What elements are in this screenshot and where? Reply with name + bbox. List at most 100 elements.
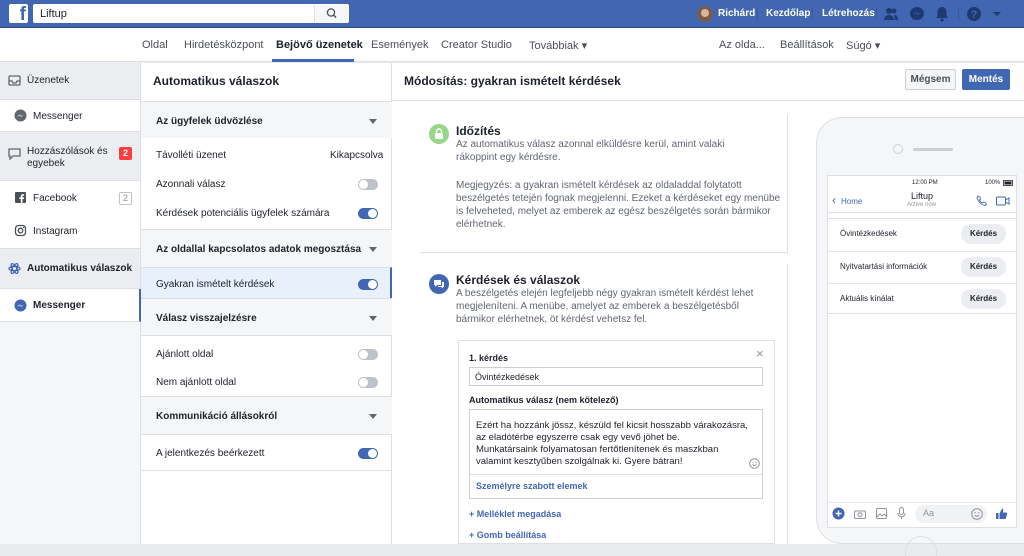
faq-item[interactable]: Nyitvatartási információk Kérdés bbox=[828, 251, 1016, 282]
microphone-icon[interactable] bbox=[897, 507, 906, 520]
emoji-icon[interactable] bbox=[749, 458, 760, 469]
tab-settings[interactable]: Beállítások bbox=[780, 39, 834, 51]
comment-icon bbox=[8, 148, 21, 160]
sidebar-item-facebook[interactable]: Facebook 2 bbox=[0, 181, 140, 214]
plus-circle-icon[interactable] bbox=[832, 507, 845, 520]
facebook-logo-icon[interactable]: f bbox=[9, 4, 28, 23]
card-title: Kérdések és válaszok bbox=[456, 273, 581, 287]
divider bbox=[812, 7, 813, 21]
sidebar-item-automated-responses[interactable]: Automatikus válaszok bbox=[0, 249, 140, 289]
tab-inbox[interactable]: Bejövő üzenetek bbox=[276, 39, 363, 51]
setting-row-selected[interactable]: Gyakran ismételt kérdések bbox=[141, 267, 392, 298]
sidebar-item-label: Messenger bbox=[33, 111, 83, 122]
emoji-icon[interactable] bbox=[971, 508, 983, 520]
ask-button[interactable]: Kérdés bbox=[961, 289, 1006, 309]
chevron-left-icon[interactable]: ‹ bbox=[832, 193, 836, 207]
divider bbox=[828, 502, 1016, 503]
panel-title: Automatikus válaszok bbox=[153, 74, 280, 88]
search-box[interactable]: Liftup bbox=[33, 4, 349, 23]
application-received-toggle[interactable] bbox=[358, 448, 378, 459]
setting-row: Kérdések potenciális ügyfelek számára bbox=[141, 197, 392, 229]
page-nav: Oldal Hirdetésközpont Bejövő üzenetek Es… bbox=[0, 28, 1024, 62]
sidebar-item-label: Hozzászólások és egyebek bbox=[27, 146, 108, 169]
phone-call-icon[interactable] bbox=[976, 195, 987, 206]
add-attachment-link[interactable]: + Melléklet megadása bbox=[469, 509, 561, 519]
message-placeholder: Aa bbox=[923, 508, 935, 518]
tab-creator-studio[interactable]: Creator Studio bbox=[441, 39, 512, 51]
home-link[interactable]: Kezdőlap bbox=[766, 8, 810, 19]
sidebar-item-comments[interactable]: Hozzászólások és egyebek 2 bbox=[0, 132, 140, 181]
tab-more[interactable]: Továbbiak ▾ bbox=[529, 39, 587, 52]
help-icon[interactable]: ? bbox=[966, 6, 982, 22]
setting-label: Kérdések potenciális ügyfelek számára bbox=[156, 208, 330, 219]
search-input[interactable]: Liftup bbox=[40, 8, 67, 20]
photo-icon[interactable] bbox=[876, 508, 887, 519]
camera-icon[interactable] bbox=[854, 509, 866, 519]
sidebar-item-messenger[interactable]: Messenger bbox=[0, 100, 140, 132]
answer-field[interactable]: Ezért ha hozzánk jössz, készüld fel kics… bbox=[469, 409, 763, 499]
save-button[interactable]: Mentés bbox=[962, 69, 1010, 90]
ask-button[interactable]: Kérdés bbox=[961, 257, 1006, 277]
chat-page-name: Liftup bbox=[911, 191, 934, 201]
message-input[interactable]: Aa bbox=[915, 505, 987, 523]
notifications-bell-icon[interactable] bbox=[934, 6, 950, 22]
home-button bbox=[905, 536, 937, 556]
create-link[interactable]: Létrehozás bbox=[822, 8, 875, 19]
lock-icon bbox=[429, 124, 449, 144]
speaker-grille bbox=[913, 148, 953, 151]
avatar[interactable] bbox=[697, 6, 713, 22]
back-link[interactable]: Home bbox=[841, 197, 862, 206]
card-text: Az automatikus válasz azonnal elküldésre… bbox=[456, 139, 725, 163]
setting-row: Azonnali válasz bbox=[141, 168, 392, 197]
section-greeting[interactable]: Az ügyfelek üdvözlése bbox=[141, 101, 392, 138]
thumbs-up-icon[interactable] bbox=[995, 507, 1008, 520]
setting-label: Azonnali válasz bbox=[156, 179, 226, 190]
close-icon[interactable]: × bbox=[756, 346, 764, 361]
divider bbox=[828, 212, 1016, 213]
ask-button[interactable]: Kérdés bbox=[961, 224, 1006, 244]
settings-panel: Automatikus válaszok Az ügyfelek üdvözlé… bbox=[141, 63, 392, 544]
sidebar-item-messenger-selected[interactable]: Messenger bbox=[0, 289, 141, 322]
section-feedback[interactable]: Válasz visszajelzésre bbox=[141, 298, 392, 335]
setting-row[interactable]: Távolléti üzenet Kikapcsolva bbox=[141, 138, 392, 168]
chevron-down-icon[interactable] bbox=[989, 6, 1005, 22]
profile-link[interactable]: Richárd bbox=[718, 8, 755, 19]
tab-page[interactable]: Oldal bbox=[142, 39, 168, 51]
setting-row: Nem ajánlott oldal bbox=[141, 365, 392, 396]
card-text: A beszélgetés elején legfeljebb négy gya… bbox=[456, 288, 754, 325]
sidebar-item-messages[interactable]: Üzenetek bbox=[0, 63, 140, 100]
messenger-icon bbox=[14, 109, 27, 122]
card-note: Megjegyzés: a gyakran ismételt kérdések … bbox=[456, 180, 781, 230]
not-recommended-page-toggle[interactable] bbox=[358, 377, 378, 388]
tab-about[interactable]: Az olda... bbox=[719, 39, 765, 51]
timing-card: Időzítés Az automatikus válasz azonnal e… bbox=[420, 115, 788, 253]
lead-questions-toggle[interactable] bbox=[358, 208, 378, 219]
divider bbox=[470, 474, 762, 475]
cancel-button[interactable]: Mégsem bbox=[905, 69, 956, 90]
facebook-icon bbox=[15, 192, 26, 203]
faq-item[interactable]: Aktuális kínálat Kérdés bbox=[828, 283, 1016, 314]
chevron-down-icon bbox=[369, 316, 377, 321]
personalize-link[interactable]: Személyre szabott elemek bbox=[476, 481, 588, 491]
tab-help[interactable]: Súgó ▾ bbox=[846, 39, 880, 52]
sidebar-item-label: Instagram bbox=[33, 226, 78, 237]
sidebar-item-instagram[interactable]: Instagram bbox=[0, 214, 140, 249]
section-jobs[interactable]: Kommunikáció állásokról bbox=[141, 396, 392, 434]
battery-icon bbox=[1003, 180, 1013, 186]
messenger-icon[interactable] bbox=[909, 6, 925, 22]
recommended-page-toggle[interactable] bbox=[358, 349, 378, 360]
add-button-link[interactable]: + Gomb beállítása bbox=[469, 530, 546, 540]
video-call-icon[interactable] bbox=[996, 196, 1010, 206]
setting-value[interactable]: Kikapcsolva bbox=[330, 150, 383, 161]
count-badge: 2 bbox=[119, 192, 132, 205]
search-button[interactable] bbox=[314, 5, 348, 22]
faq-toggle[interactable] bbox=[358, 279, 378, 290]
tab-ad-center[interactable]: Hirdetésközpont bbox=[184, 39, 264, 51]
instant-reply-toggle[interactable] bbox=[358, 179, 378, 190]
friend-requests-icon[interactable] bbox=[883, 6, 899, 22]
section-page-info[interactable]: Az oldallal kapcsolatos adatok megosztás… bbox=[141, 229, 392, 267]
question-field[interactable]: Óvintézkedések bbox=[469, 367, 763, 386]
tab-events[interactable]: Események bbox=[371, 39, 428, 51]
faq-question: Nyitvatartási információk bbox=[840, 262, 928, 271]
faq-item[interactable]: Óvintézkedések Kérdés bbox=[828, 219, 1016, 250]
